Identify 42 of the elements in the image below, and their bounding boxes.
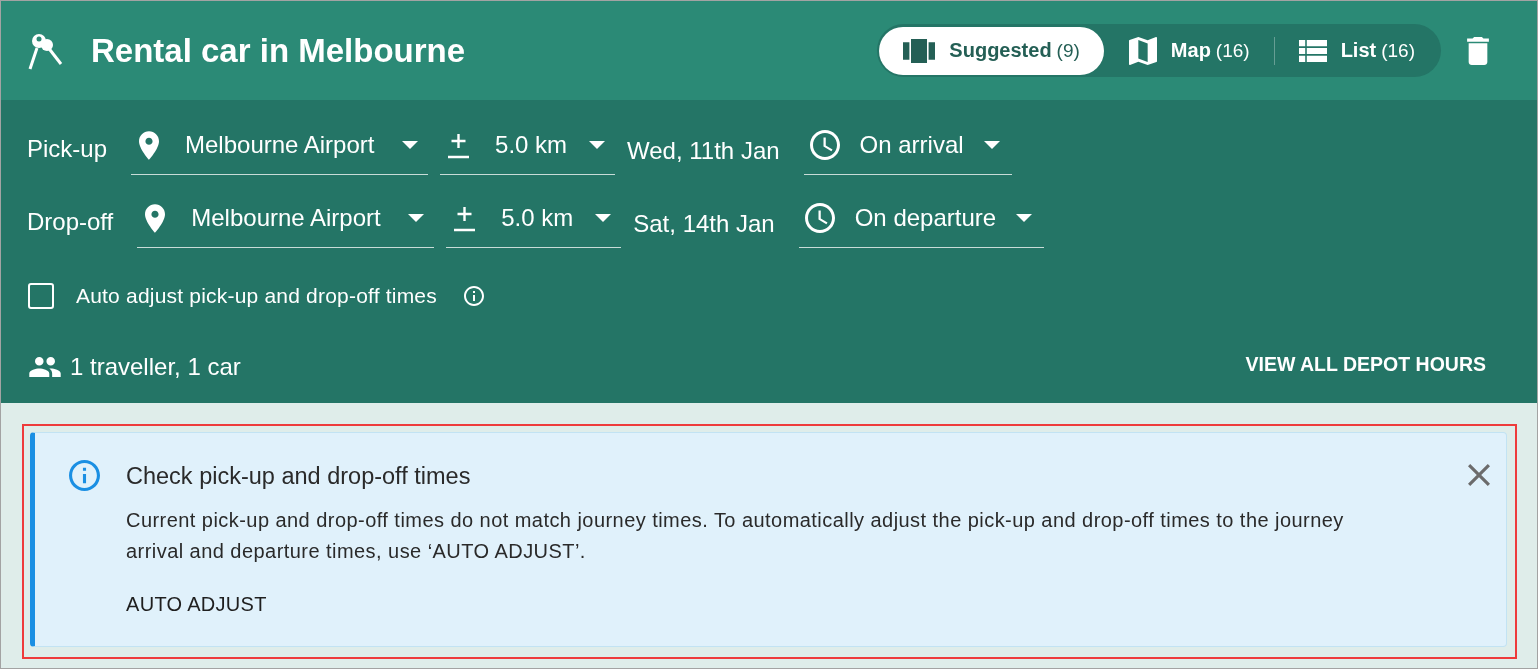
radius-select[interactable]: 5.0 km [440,125,616,175]
radius-select[interactable]: 5.0 km [446,198,622,248]
alert-title: Check pick-up and drop-off times [126,462,472,491]
info-icon[interactable] [463,286,484,306]
page-title: Rental car in Melbourne [91,31,466,70]
close-icon[interactable] [1468,464,1490,486]
time-select[interactable]: On arrival [803,125,1012,175]
date-text: Wed, 11th Jan [627,137,780,165]
map-icon [1128,36,1157,65]
plus-minus-icon [452,204,478,232]
caret-icon [983,141,1000,149]
caret-icon [595,214,612,222]
row-label: Drop-off [27,208,114,236]
view-tab[interactable]: Suggested (9) [879,26,1104,75]
view-tab[interactable]: List (16) [1274,26,1439,75]
checkbox-label: Auto adjust pick-up and drop-off times [76,284,437,308]
location-pin-icon [145,203,166,233]
auto-adjust-button[interactable]: AUTO ADJUST [126,592,267,616]
clock-icon [804,203,835,233]
travellers-button[interactable]: 1 traveller, 1 car [27,353,241,381]
people-icon [28,357,62,377]
date-text: Sat, 14th Jan [633,210,775,238]
location-select[interactable]: Melbourne Airport [131,125,429,175]
plus-minus-icon [446,131,472,159]
trash-icon[interactable] [1467,36,1489,65]
caret-icon [408,214,425,222]
location-pin-icon [139,130,160,160]
caret-icon [402,141,419,149]
clock-icon [809,130,840,160]
checkbox[interactable] [28,283,54,309]
view-tab[interactable]: Map (16) [1104,26,1274,75]
keys-icon [27,31,63,70]
time-select[interactable]: On departure [798,198,1045,248]
list-icon [1298,39,1327,62]
caret-icon [1016,214,1033,222]
row-label: Pick-up [27,135,108,163]
info-icon [69,460,100,491]
depot-hours-link[interactable]: VIEW ALL DEPOT HOURS [1245,352,1486,376]
alert-message: Current pick-up and drop-off times do not match journey times. To automatically adjust the pick-up and drop-off times to the journey arrival and departure times, use ‘AUTO ADJUST’. [126,508,1345,564]
cards-icon [903,38,936,63]
caret-icon [589,141,606,149]
location-select[interactable]: Melbourne Airport [137,198,435,248]
